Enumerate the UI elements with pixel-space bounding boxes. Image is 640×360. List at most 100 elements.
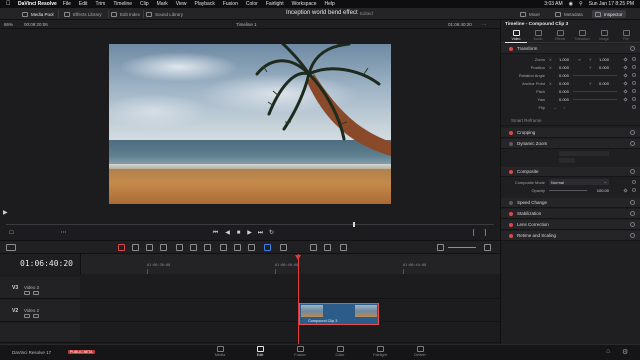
track-lane-v2[interactable] <box>80 300 500 322</box>
in-point-icon[interactable]: [ <box>470 230 477 237</box>
blade-tool-icon[interactable] <box>160 244 167 251</box>
menu-help[interactable]: Help <box>325 1 335 7</box>
reset-icon[interactable] <box>632 89 636 93</box>
page-fusion[interactable]: Fusion <box>285 346 315 357</box>
reset-icon[interactable] <box>632 57 636 61</box>
sound-library-button[interactable]: Sound Library <box>146 10 183 18</box>
timeline-timecode[interactable]: 01:06:40:20 <box>20 259 73 268</box>
section-cropping[interactable]: Cropping <box>501 128 640 138</box>
track-name[interactable]: Video 3 <box>24 285 39 290</box>
edit-index-button[interactable]: Edit Index <box>111 10 140 18</box>
page-media[interactable]: Media <box>205 346 235 357</box>
menu-mark[interactable]: Mark <box>157 1 168 7</box>
reset-icon[interactable] <box>630 222 635 227</box>
zoom-custom-icon[interactable] <box>340 244 347 251</box>
zoom-full-icon[interactable] <box>310 244 317 251</box>
track-lane-v3[interactable] <box>80 277 500 299</box>
dynamic-zoom-ease-dropdown[interactable] <box>559 151 609 156</box>
playhead-handle[interactable] <box>295 255 301 260</box>
reset-icon[interactable] <box>632 188 636 192</box>
menubar-datetime[interactable]: Sun Jan 17 8:25 PM <box>589 1 634 7</box>
playhead[interactable] <box>298 254 299 344</box>
tab-file[interactable]: File <box>615 29 637 43</box>
track-header-v2[interactable]: V2 Video 2 <box>0 300 80 322</box>
menu-trim[interactable]: Trim <box>96 1 106 7</box>
viewer-mode-icon[interactable]: □ <box>8 230 15 237</box>
reset-icon[interactable] <box>632 73 636 77</box>
play-reverse-icon[interactable]: ◀ <box>224 230 231 237</box>
linked-selection-icon[interactable] <box>234 244 241 251</box>
insert-clip-icon[interactable] <box>176 244 183 251</box>
rotation-slider[interactable] <box>573 75 617 76</box>
reset-icon[interactable] <box>630 211 635 216</box>
menu-timeline[interactable]: Timeline <box>113 1 132 7</box>
snapping-icon[interactable] <box>220 244 227 251</box>
menu-file[interactable]: File <box>63 1 71 7</box>
menu-view[interactable]: View <box>176 1 187 7</box>
tab-effects[interactable]: Effects <box>549 29 571 43</box>
anchor-x-field[interactable]: 0.000 <box>553 81 569 86</box>
pitch-slider[interactable] <box>573 91 617 92</box>
trim-tool-icon[interactable] <box>132 244 139 251</box>
track-lock-icon[interactable] <box>24 314 30 318</box>
selection-tool-icon[interactable] <box>118 244 125 251</box>
stop-icon[interactable]: ■ <box>235 230 242 237</box>
menu-workspace[interactable]: Workspace <box>292 1 317 7</box>
track-lane-v1[interactable] <box>80 323 500 343</box>
reset-icon[interactable] <box>630 130 635 135</box>
yaw-field[interactable]: 0.000 <box>553 97 569 102</box>
section-enable-dot[interactable] <box>509 142 513 146</box>
battery-time[interactable]: 3:03 AM <box>544 1 562 7</box>
track-name[interactable]: Video 2 <box>24 308 39 313</box>
section-enable-dot[interactable] <box>509 170 513 174</box>
track-lock-icon[interactable] <box>24 291 30 295</box>
page-color[interactable]: Color <box>325 346 355 357</box>
media-pool-button[interactable]: Media Pool <box>22 10 54 18</box>
app-menu[interactable]: DaVinci Resolve <box>18 1 57 7</box>
marker-icon[interactable] <box>280 244 287 251</box>
page-fairlight[interactable]: Fairlight <box>365 346 395 357</box>
section-dynamic-zoom[interactable]: Dynamic Zoom <box>501 139 640 149</box>
timeline-ruler[interactable]: 01:06:36:00 01:06:40:00 01:06:44:00 <box>80 254 500 274</box>
section-enable-dot[interactable] <box>509 131 513 135</box>
mixer-button[interactable]: Mixer <box>520 10 540 18</box>
reset-icon[interactable] <box>630 141 635 146</box>
opacity-field[interactable]: 100.00 <box>593 188 609 193</box>
keyframe-icon[interactable] <box>623 188 628 193</box>
reset-icon[interactable] <box>632 97 636 101</box>
menu-color[interactable]: Color <box>246 1 258 7</box>
section-transform[interactable]: Transform <box>501 44 640 54</box>
zoom-x-field[interactable]: 1.000 <box>553 57 569 62</box>
skip-to-start-icon[interactable]: ⏮ <box>212 230 219 237</box>
reset-icon[interactable] <box>632 65 636 69</box>
audio-level-slider[interactable] <box>448 247 476 248</box>
apple-icon[interactable]:  <box>6 1 11 7</box>
zoom-y-field[interactable]: 1.000 <box>593 57 609 62</box>
opacity-slider[interactable] <box>549 190 587 191</box>
tab-image[interactable]: Image <box>593 29 615 43</box>
inspector-button[interactable]: Inspector <box>592 10 626 18</box>
audio-meter-icon[interactable] <box>484 244 491 251</box>
keyframe-icon[interactable] <box>623 97 628 102</box>
gear-icon[interactable]: ⚙ <box>622 348 628 356</box>
reset-icon[interactable] <box>632 81 636 85</box>
tab-audio[interactable]: Audio <box>527 29 549 43</box>
swap-button[interactable] <box>559 158 575 163</box>
menu-fairlight[interactable]: Fairlight <box>266 1 284 7</box>
viewer-options-icon[interactable]: ⋯ <box>482 22 487 28</box>
yaw-slider[interactable] <box>573 99 617 100</box>
menu-fusion[interactable]: Fusion <box>223 1 238 7</box>
keyframe-icon[interactable] <box>623 89 628 94</box>
section-stabilization[interactable]: Stabilization <box>501 209 640 219</box>
viewer-flag-icon[interactable]: ▶ <box>3 209 8 216</box>
skip-to-end-icon[interactable]: ⏭ <box>257 230 264 237</box>
track-visibility-icon[interactable] <box>33 291 39 295</box>
audio-icon[interactable] <box>437 244 444 251</box>
keyframe-icon[interactable] <box>623 65 628 70</box>
effects-library-button[interactable]: Effects Library <box>64 10 102 18</box>
section-speed-change[interactable]: Speed Change <box>501 198 640 208</box>
reset-icon[interactable] <box>630 200 635 205</box>
rotation-field[interactable]: 0.000 <box>553 73 569 78</box>
flip-horizontal-icon[interactable]: ↔ <box>553 105 557 110</box>
reset-icon[interactable] <box>630 46 635 51</box>
